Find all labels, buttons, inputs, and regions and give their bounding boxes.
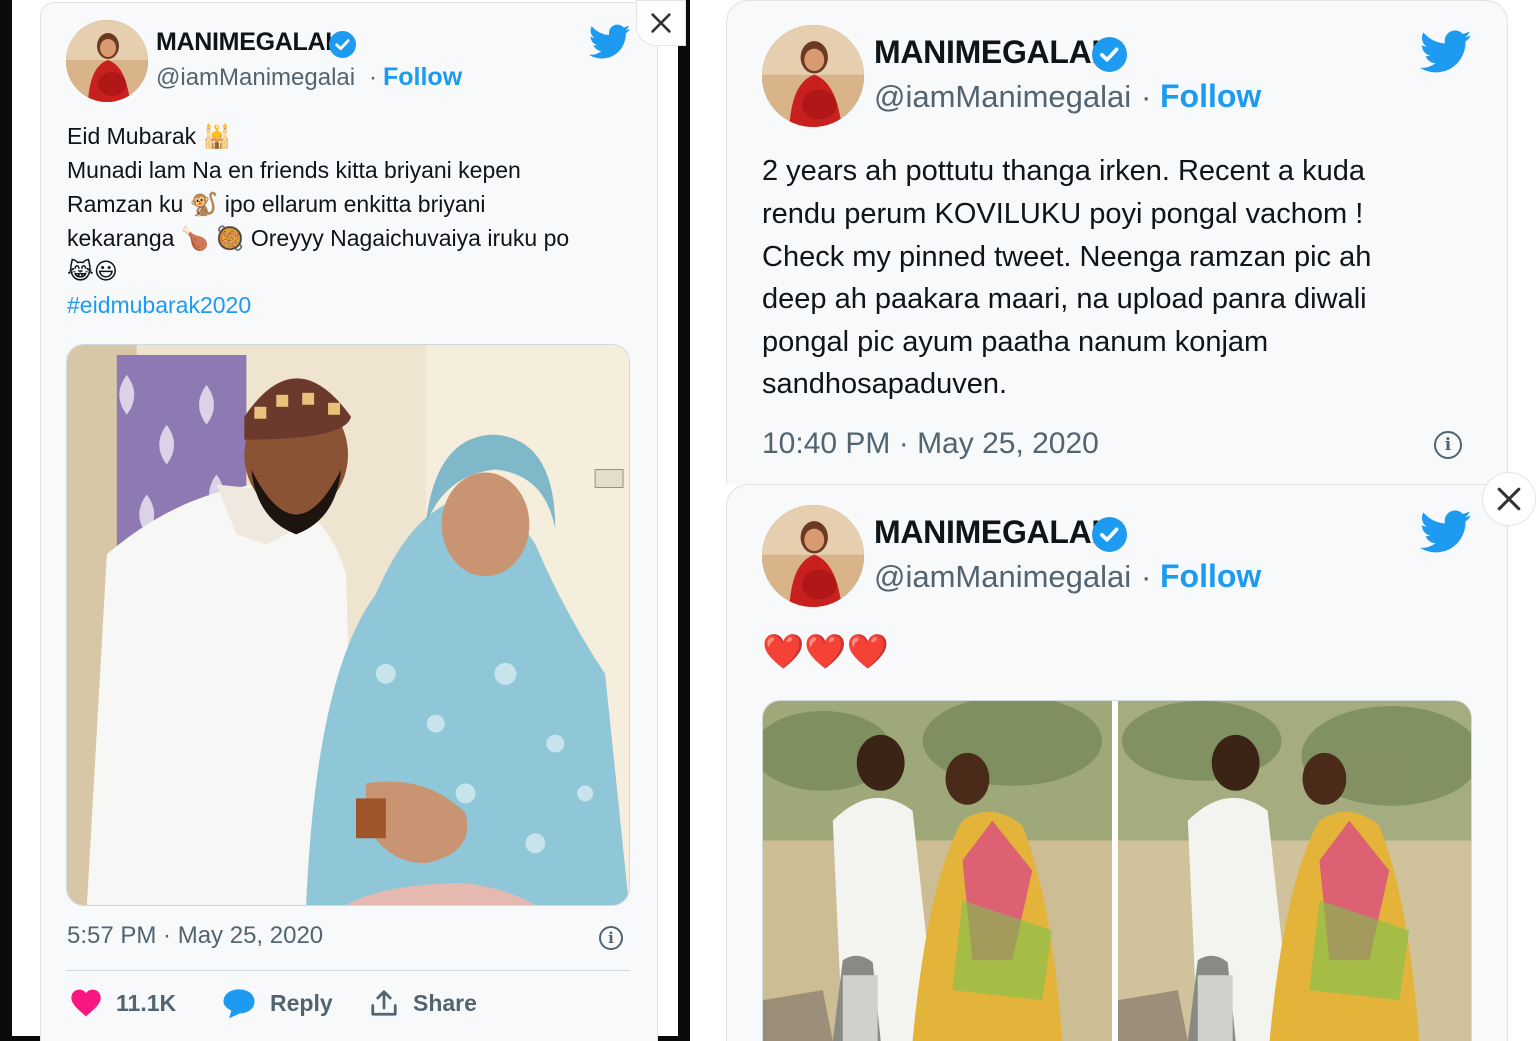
tweet-text-line: 2 years ah pottutu thanga irken. Recent … <box>762 155 1365 187</box>
author-name[interactable]: MANIMEGALAI <box>874 514 1100 551</box>
tweet-text-line: pongal pic ayum paatha nanum konjam <box>762 326 1269 358</box>
author-handle[interactable]: @iamManimegalai <box>874 559 1131 595</box>
heart-icon <box>71 989 101 1017</box>
tweet-text-line: kekaranga 🍗 🥘 Oreyyy Nagaichuvaiya iruku… <box>67 225 570 251</box>
close-icon <box>1497 487 1521 511</box>
avatar-image <box>762 25 864 127</box>
tweet-text-line: Check my pinned tweet. Neenga ramzan pic… <box>762 241 1372 273</box>
tweet-text-line: rendu perum KOVILUKU poyi pongal vachom … <box>762 198 1364 230</box>
author-handle[interactable]: @iamManimegalai <box>156 64 355 92</box>
left-edge-bar <box>0 0 12 1041</box>
share-icon <box>371 990 397 1016</box>
tweet-text-line: deep ah paakara maari, na upload panra d… <box>762 283 1367 315</box>
reply-button[interactable]: Reply <box>222 988 333 1019</box>
avatar-image <box>66 20 148 102</box>
info-icon[interactable]: i <box>1434 431 1462 459</box>
like-button[interactable]: 11.1K <box>70 988 176 1018</box>
avatar-image <box>762 505 864 607</box>
share-button[interactable]: Share <box>369 988 477 1018</box>
author-name[interactable]: MANIMEGALAI <box>156 28 332 57</box>
photo-couple-eid <box>67 345 629 905</box>
hashtag-link[interactable]: #eidmubarak2020 <box>67 292 251 319</box>
tweet-timestamp[interactable]: 5:57 PM · May 25, 2020 <box>67 922 323 950</box>
share-label: Share <box>413 989 477 1016</box>
twitter-bird-icon[interactable] <box>1419 30 1472 74</box>
tweet-text-line: sandhosapaduven. <box>762 368 1008 400</box>
handle-separator: · <box>369 64 377 91</box>
close-button[interactable] <box>1482 472 1536 526</box>
reply-bubble-icon <box>223 989 255 1019</box>
tweet-text-line: Eid Mubarak 🕌 <box>67 123 232 149</box>
author-avatar[interactable] <box>762 505 864 607</box>
author-handle[interactable]: @iamManimegalai <box>874 79 1131 115</box>
handle-separator: · <box>1141 559 1152 594</box>
reply-label: Reply <box>270 990 333 1016</box>
close-button[interactable] <box>636 0 686 46</box>
like-count: 11.1K <box>116 989 177 1016</box>
verified-badge-icon <box>1092 517 1127 552</box>
tweet-text-line: Munadi lam Na en friends kitta briyani k… <box>67 157 521 183</box>
close-icon <box>651 13 671 33</box>
verified-badge-icon <box>1092 37 1127 72</box>
verified-badge-icon <box>329 31 356 58</box>
tweet-timestamp[interactable]: 10:40 PM · May 25, 2020 <box>762 427 1099 461</box>
handle-separator: · <box>1141 79 1152 114</box>
author-avatar[interactable] <box>66 20 148 102</box>
tweet-photo-pongal[interactable] <box>762 700 1472 1041</box>
center-divider-bar <box>678 0 690 1041</box>
tweet-text-line: Ramzan ku 🐒 ipo ellarum enkitta briyani <box>67 191 486 217</box>
twitter-bird-icon[interactable] <box>588 24 631 60</box>
author-name[interactable]: MANIMEGALAI <box>874 34 1100 71</box>
author-avatar[interactable] <box>762 25 864 127</box>
follow-button[interactable]: Follow <box>1160 558 1261 595</box>
twitter-bird-icon[interactable] <box>1419 510 1472 554</box>
follow-button[interactable]: Follow <box>1160 78 1261 115</box>
photo-pongal-collage <box>763 701 1471 1041</box>
tweet-photo-eid[interactable] <box>66 344 630 906</box>
info-icon[interactable]: i <box>599 926 623 950</box>
tweet-text-line: 😹😃 <box>67 258 118 284</box>
follow-button[interactable]: Follow <box>383 63 462 92</box>
tweet-text-hearts: ❤️❤️❤️ <box>762 633 890 671</box>
tweet-divider <box>66 970 630 971</box>
